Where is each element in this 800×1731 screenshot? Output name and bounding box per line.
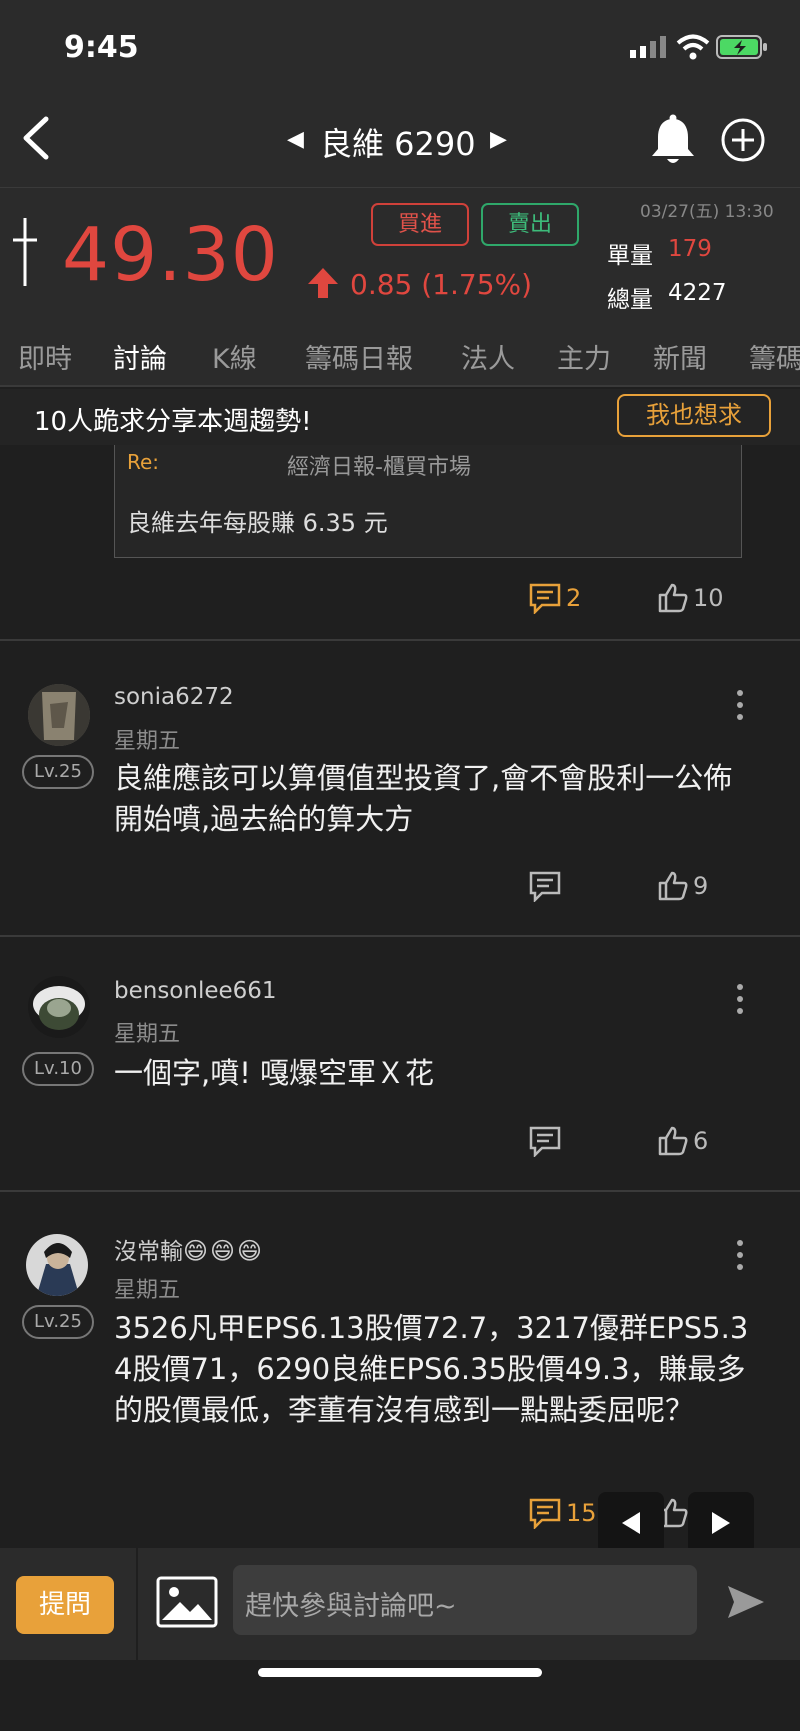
- divider: [0, 639, 800, 641]
- banner-text: 10人跪求分享本週趨勢!: [34, 407, 312, 437]
- username[interactable]: sonia6272: [114, 684, 234, 710]
- comment-button[interactable]: [528, 870, 562, 902]
- comment-icon: [529, 1126, 561, 1157]
- add-icon[interactable]: [720, 117, 766, 163]
- avatar[interactable]: [28, 684, 90, 746]
- cross-icon: [10, 218, 40, 286]
- username-text: 沒常輸: [114, 1239, 183, 1265]
- buy-button[interactable]: 買進: [371, 203, 469, 246]
- username[interactable]: bensonlee661: [114, 978, 277, 1004]
- tab-institutional[interactable]: 法人: [461, 337, 515, 376]
- more-options-icon[interactable]: [737, 984, 745, 1020]
- comment-icon: [529, 1498, 561, 1529]
- tab-kline[interactable]: K線: [212, 337, 257, 376]
- post-date: 星期五: [114, 729, 181, 754]
- comment-count[interactable]: 2: [528, 582, 581, 614]
- tab-news[interactable]: 新聞: [653, 337, 707, 376]
- home-indicator-area: [0, 1660, 800, 1731]
- ask-button[interactable]: 提問: [16, 1576, 114, 1634]
- request-banner: 10人跪求分享本週趨勢! 我也想求: [0, 389, 800, 445]
- request-button[interactable]: 我也想求: [617, 394, 771, 437]
- navigation-header: ◀ 良維 6290 ▶: [0, 95, 800, 187]
- news-title: 良維去年每股賺 6.35 元: [127, 509, 388, 537]
- tab-bar: 即時 討論 K線 籌碼日報 法人 主力 新聞 籌碼: [0, 317, 800, 387]
- unit-volume-value: 179: [668, 236, 712, 262]
- tab-chip[interactable]: 籌碼: [749, 337, 800, 376]
- thumbs-up-icon: [658, 583, 688, 613]
- divider: [0, 1190, 800, 1192]
- status-bar: 9:45: [0, 0, 800, 95]
- post-date: 星期五: [114, 1278, 181, 1303]
- post-text: 一個字,噴! 嘎爆空軍Ｘ花: [114, 1056, 435, 1090]
- divider: [136, 1548, 138, 1660]
- tab-chip-daily[interactable]: 籌碼日報: [305, 337, 413, 376]
- comment-count[interactable]: 15: [528, 1497, 597, 1529]
- thumbs-up-icon: [658, 1126, 688, 1156]
- like-count[interactable]: 9: [657, 870, 708, 902]
- level-badge: Lv.25: [22, 755, 94, 789]
- like-count-value: 10: [693, 584, 724, 612]
- triangle-right-icon: [712, 1512, 730, 1534]
- battery-icon: [716, 35, 768, 59]
- send-icon[interactable]: [724, 1580, 768, 1624]
- status-time: 9:45: [64, 30, 139, 65]
- total-volume-label: 總量: [607, 287, 653, 313]
- like-count[interactable]: 10: [657, 582, 724, 614]
- avatar[interactable]: [28, 976, 90, 1038]
- home-indicator[interactable]: [258, 1668, 542, 1677]
- like-count-value: 6: [693, 1127, 709, 1155]
- divider: [0, 935, 800, 937]
- thumbs-up-icon: [658, 871, 688, 901]
- back-icon[interactable]: [16, 113, 56, 163]
- image-upload-icon[interactable]: [156, 1576, 218, 1628]
- next-stock-arrow-icon[interactable]: ▶: [490, 127, 507, 152]
- compose-bar: 提問 趕快參與討論吧~: [0, 1548, 800, 1660]
- stock-price: 49.30: [62, 212, 279, 298]
- comment-button[interactable]: [528, 1125, 562, 1157]
- price-change: 0.85 (1.75%): [350, 268, 533, 301]
- comment-count-value: 2: [566, 584, 582, 612]
- grin-emoji: 😄😄😄: [183, 1237, 265, 1265]
- discussion-input[interactable]: 趕快參與討論吧~: [233, 1565, 697, 1635]
- level-badge: Lv.25: [22, 1305, 94, 1339]
- more-options-icon[interactable]: [737, 1240, 745, 1276]
- post-date: 星期五: [114, 1022, 181, 1047]
- quote-datetime: 03/27(五) 13:30: [640, 202, 774, 222]
- unit-volume-label: 單量: [607, 243, 653, 269]
- like-count-value: 9: [693, 872, 709, 900]
- tab-realtime[interactable]: 即時: [18, 337, 72, 376]
- comment-count-value: 15: [566, 1499, 597, 1527]
- level-badge: Lv.10: [22, 1052, 94, 1086]
- triangle-left-icon: [622, 1512, 640, 1534]
- news-source: 經濟日報-櫃買市場: [287, 455, 471, 480]
- wifi-icon: [676, 34, 710, 60]
- like-count[interactable]: 6: [657, 1125, 708, 1157]
- sell-button[interactable]: 賣出: [481, 203, 579, 246]
- comment-icon: [529, 871, 561, 902]
- up-arrow-icon: [306, 266, 340, 300]
- tab-discussion[interactable]: 討論: [113, 337, 167, 376]
- quoted-news-card[interactable]: Re: 經濟日報-櫃買市場 良維去年每股賺 6.35 元: [114, 445, 742, 558]
- total-volume-value: 4227: [668, 280, 727, 306]
- prev-page-button[interactable]: [598, 1492, 664, 1554]
- signal-icon: [630, 36, 666, 58]
- bell-icon[interactable]: [648, 113, 698, 167]
- post-text: 3526凡甲EPS6.13股價72.7，3217優群EPS5.34股價71，62…: [114, 1311, 749, 1427]
- tab-main-force[interactable]: 主力: [557, 337, 611, 376]
- re-label: Re:: [127, 450, 160, 474]
- username[interactable]: 沒常輸😄😄😄: [114, 1232, 264, 1266]
- stock-title: 良維 6290: [320, 125, 476, 163]
- prev-stock-arrow-icon[interactable]: ◀: [287, 127, 304, 152]
- comment-icon: [529, 583, 561, 614]
- next-page-button[interactable]: [688, 1492, 754, 1554]
- input-placeholder: 趕快參與討論吧~: [245, 1591, 457, 1622]
- more-options-icon[interactable]: [737, 690, 745, 726]
- post-text: 良維應該可以算價值型投資了,會不會股利一公佈開始噴,過去給的算大方: [114, 761, 733, 836]
- avatar[interactable]: [26, 1234, 88, 1296]
